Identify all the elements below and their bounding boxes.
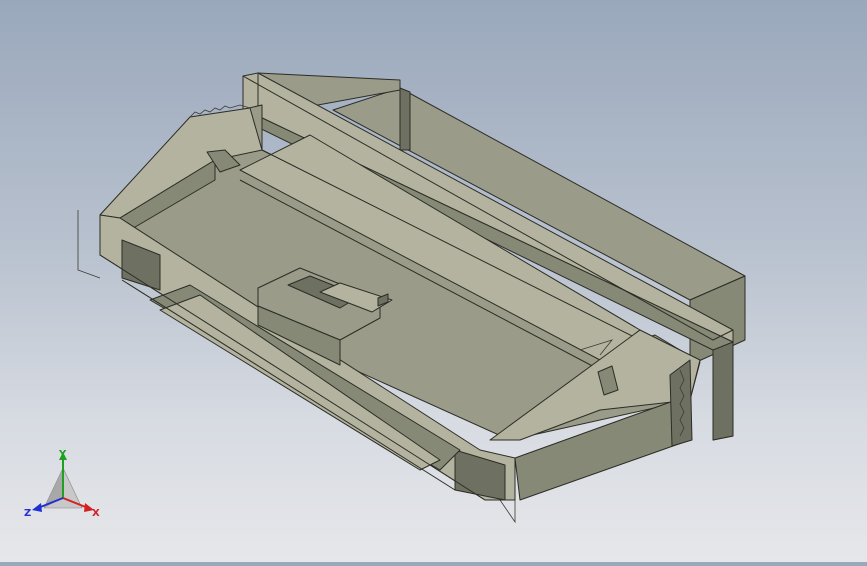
x-axis-label: X — [92, 508, 100, 519]
coordinate-triad: Y X Z — [22, 448, 104, 526]
connector-model[interactable]: .top { fill:#9a9b89; stroke:#2c2d25; str… — [0, 0, 867, 562]
3d-viewport[interactable]: .top { fill:#9a9b89; stroke:#2c2d25; str… — [0, 0, 867, 562]
z-axis-label: Z — [24, 508, 31, 519]
y-axis-label: Y — [58, 449, 67, 460]
